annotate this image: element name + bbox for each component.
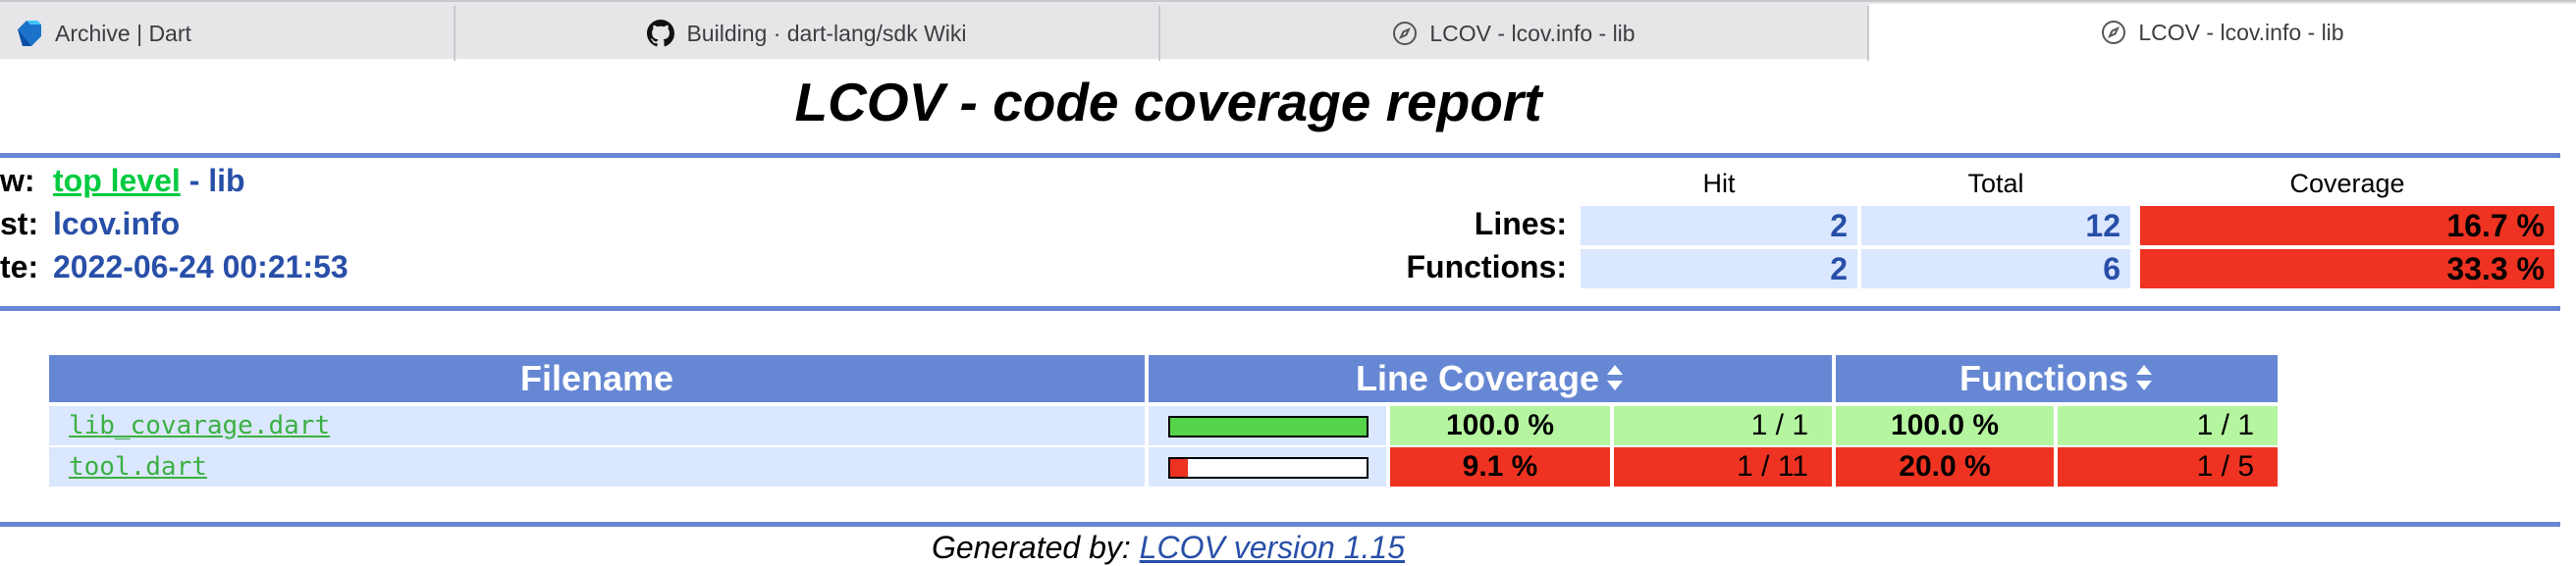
summary-lines-hit: 2 bbox=[1581, 206, 1857, 245]
summary-functions-total: 6 bbox=[1861, 249, 2130, 288]
coverage-bar-fill bbox=[1170, 418, 1367, 436]
function-coverage-percent: 100.0 % bbox=[1836, 406, 2054, 445]
github-icon bbox=[647, 20, 675, 47]
filename-header-label: Filename bbox=[519, 358, 674, 398]
summary-header-total: Total bbox=[1967, 169, 2024, 198]
summary-rule bbox=[0, 306, 2560, 311]
tab-label: LCOV - lcov.info - lib bbox=[1429, 20, 1636, 46]
test-value: lcov.info bbox=[53, 206, 181, 241]
summary-header-coverage: Coverage bbox=[2289, 169, 2405, 198]
functions-header-label: Functions bbox=[1959, 358, 2128, 398]
date-label: te: bbox=[0, 249, 39, 284]
summary-functions-label: Functions: bbox=[1406, 249, 1567, 284]
coverage-bar-cell bbox=[1149, 406, 1386, 445]
tab-label: Building · dart-lang/sdk Wiki bbox=[686, 20, 967, 46]
tab-lcov-lib-active[interactable]: LCOV - lcov.info - lib bbox=[1869, 4, 2576, 61]
compass-icon bbox=[1392, 21, 1418, 46]
tab-lcov-lib[interactable]: LCOV - lcov.info - lib bbox=[1160, 6, 1869, 61]
tab-archive-dart[interactable]: Archive | Dart bbox=[0, 6, 456, 61]
test-label: st: bbox=[0, 206, 39, 241]
column-header-functions[interactable]: Functions bbox=[1836, 355, 2278, 402]
file-link-tool[interactable]: tool.dart bbox=[69, 452, 207, 482]
coverage-bar-cell bbox=[1149, 447, 1386, 487]
footer-prefix: Generated by: bbox=[931, 530, 1140, 565]
function-coverage-ratio: 1 / 1 bbox=[2058, 406, 2278, 445]
table-row-filename: lib_covarage.dart bbox=[49, 406, 1145, 445]
date-value: 2022-06-24 00:21:53 bbox=[53, 249, 349, 284]
line-coverage-percent: 9.1 % bbox=[1390, 447, 1610, 487]
line-coverage-header-label: Line Coverage bbox=[1355, 358, 1600, 398]
summary-lines-coverage: 16.7 % bbox=[2140, 206, 2554, 245]
tab-label: Archive | Dart bbox=[55, 20, 191, 46]
table-row-filename: tool.dart bbox=[49, 447, 1145, 487]
footer-generated-by: Generated by: LCOV version 1.15 bbox=[0, 530, 2336, 566]
column-header-filename[interactable]: Filename bbox=[49, 355, 1145, 402]
browser-tab-strip: Archive | Dart Building · dart-lang/sdk … bbox=[0, 0, 2576, 61]
header-rule bbox=[0, 153, 2560, 158]
summary-functions-hit: 2 bbox=[1581, 249, 1857, 288]
line-coverage-ratio: 1 / 1 bbox=[1614, 406, 1832, 445]
column-header-line-coverage[interactable]: Line Coverage bbox=[1149, 355, 1832, 402]
dart-logo-icon bbox=[14, 19, 43, 48]
coverage-bar bbox=[1168, 457, 1368, 479]
line-coverage-percent: 100.0 % bbox=[1390, 406, 1610, 445]
tab-label: LCOV - lcov.info - lib bbox=[2138, 19, 2344, 45]
summary-lines-label: Lines: bbox=[1474, 206, 1567, 241]
view-label: w: bbox=[0, 163, 35, 198]
view-breadcrumb: top level - lib bbox=[53, 163, 245, 199]
top-level-link[interactable]: top level bbox=[53, 163, 181, 198]
line-coverage-ratio: 1 / 11 bbox=[1614, 447, 1832, 487]
compass-icon bbox=[2101, 20, 2126, 45]
lcov-version-link[interactable]: LCOV version 1.15 bbox=[1140, 530, 1405, 565]
summary-functions-coverage: 33.3 % bbox=[2140, 249, 2554, 288]
summary-header-hit: Hit bbox=[1702, 169, 1736, 198]
page-title: LCOV - code coverage report bbox=[794, 72, 1542, 132]
footer-rule bbox=[0, 522, 2560, 527]
current-dir: - lib bbox=[180, 163, 245, 198]
summary-lines-total: 12 bbox=[1861, 206, 2130, 245]
function-coverage-percent: 20.0 % bbox=[1836, 447, 2054, 487]
sort-arrows-icon[interactable] bbox=[2134, 357, 2154, 404]
sort-arrows-icon[interactable] bbox=[1605, 357, 1625, 404]
tab-sdk-wiki[interactable]: Building · dart-lang/sdk Wiki bbox=[456, 6, 1160, 61]
coverage-bar bbox=[1168, 416, 1368, 437]
function-coverage-ratio: 1 / 5 bbox=[2058, 447, 2278, 487]
coverage-bar-fill bbox=[1170, 459, 1189, 477]
file-link-lib-covarage[interactable]: lib_covarage.dart bbox=[69, 411, 330, 440]
